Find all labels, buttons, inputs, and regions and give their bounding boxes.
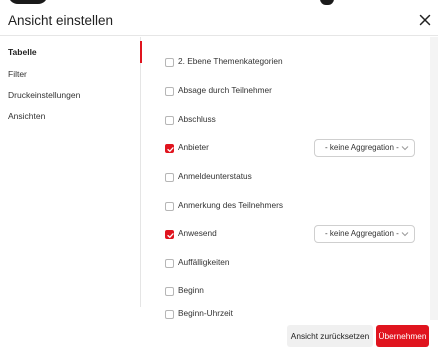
list-item: Anmerkung des Teilnehmers xyxy=(142,197,425,217)
close-icon-glyph xyxy=(419,14,431,26)
column-label: Abschluss xyxy=(178,114,216,124)
sidebar-item-filter[interactable]: Filter xyxy=(0,63,141,85)
reset-view-button[interactable]: Ansicht zurücksetzen xyxy=(287,325,373,347)
aggregation-select-value: - keine Aggregation - xyxy=(325,143,399,152)
column-label: Anbieter xyxy=(178,142,209,152)
column-label: Beginn xyxy=(178,285,204,295)
column-label: 2. Ebene Themenkategorien xyxy=(178,56,283,66)
sidebar-item-ansichten[interactable]: Ansichten xyxy=(0,105,141,127)
sidebar-item-tabelle[interactable]: Tabelle xyxy=(0,41,142,63)
dialog-footer: Ansicht zurücksetzen Übernehmen xyxy=(0,316,438,353)
dialog-title: Ansicht einstellen xyxy=(8,13,114,28)
column-label: Auffälligkeiten xyxy=(178,257,230,267)
check-icon xyxy=(167,147,174,152)
list-item: Abschluss xyxy=(142,111,425,131)
dialog-header: Ansicht einstellen xyxy=(0,6,438,36)
column-checkbox[interactable] xyxy=(165,116,174,125)
aggregation-select[interactable]: - keine Aggregation - xyxy=(314,225,415,243)
list-item: Anwesend - keine Aggregation - xyxy=(142,225,425,245)
list-item: 2. Ebene Themenkategorien xyxy=(142,53,425,73)
list-scrollbar[interactable] xyxy=(430,37,438,320)
list-item: Auffälligkeiten xyxy=(142,254,425,274)
list-item: Beginn xyxy=(142,282,425,302)
check-icon xyxy=(167,233,174,238)
column-checkbox[interactable] xyxy=(165,259,174,268)
column-checkbox[interactable] xyxy=(165,202,174,211)
list-item: Anbieter - keine Aggregation - xyxy=(142,139,425,159)
settings-sidebar: Tabelle Filter Druckeinstellungen Ansich… xyxy=(0,37,142,307)
column-checkbox[interactable] xyxy=(165,87,174,96)
chevron-down-icon xyxy=(401,146,409,151)
aggregation-select[interactable]: - keine Aggregation - xyxy=(314,139,415,157)
column-checkbox[interactable] xyxy=(165,144,174,153)
column-label: Anwesend xyxy=(178,228,217,238)
list-item: Absage durch Teilnehmer xyxy=(142,82,425,102)
aggregation-select-value: - keine Aggregation - xyxy=(325,229,399,238)
background-glyph xyxy=(320,0,334,5)
close-icon[interactable] xyxy=(417,12,433,28)
sidebar-item-druckeinstellungen[interactable]: Druckeinstellungen xyxy=(0,84,141,106)
column-checkbox[interactable] xyxy=(165,173,174,182)
column-list: 2. Ebene Themenkategorien Absage durch T… xyxy=(142,37,425,320)
column-checkbox[interactable] xyxy=(165,230,174,239)
chevron-down-icon xyxy=(401,232,409,237)
view-settings-dialog: Ansicht einstellen Tabelle Filter Drucke… xyxy=(0,6,438,353)
list-item: Anmeldeunterstatus xyxy=(142,168,425,188)
column-checkbox[interactable] xyxy=(165,287,174,296)
background-glyph xyxy=(8,0,48,4)
column-label: Anmeldeunterstatus xyxy=(178,171,252,181)
column-checkbox[interactable] xyxy=(165,58,174,67)
apply-button[interactable]: Übernehmen xyxy=(376,325,429,347)
column-label: Anmerkung des Teilnehmers xyxy=(178,200,283,210)
column-label: Absage durch Teilnehmer xyxy=(178,85,272,95)
